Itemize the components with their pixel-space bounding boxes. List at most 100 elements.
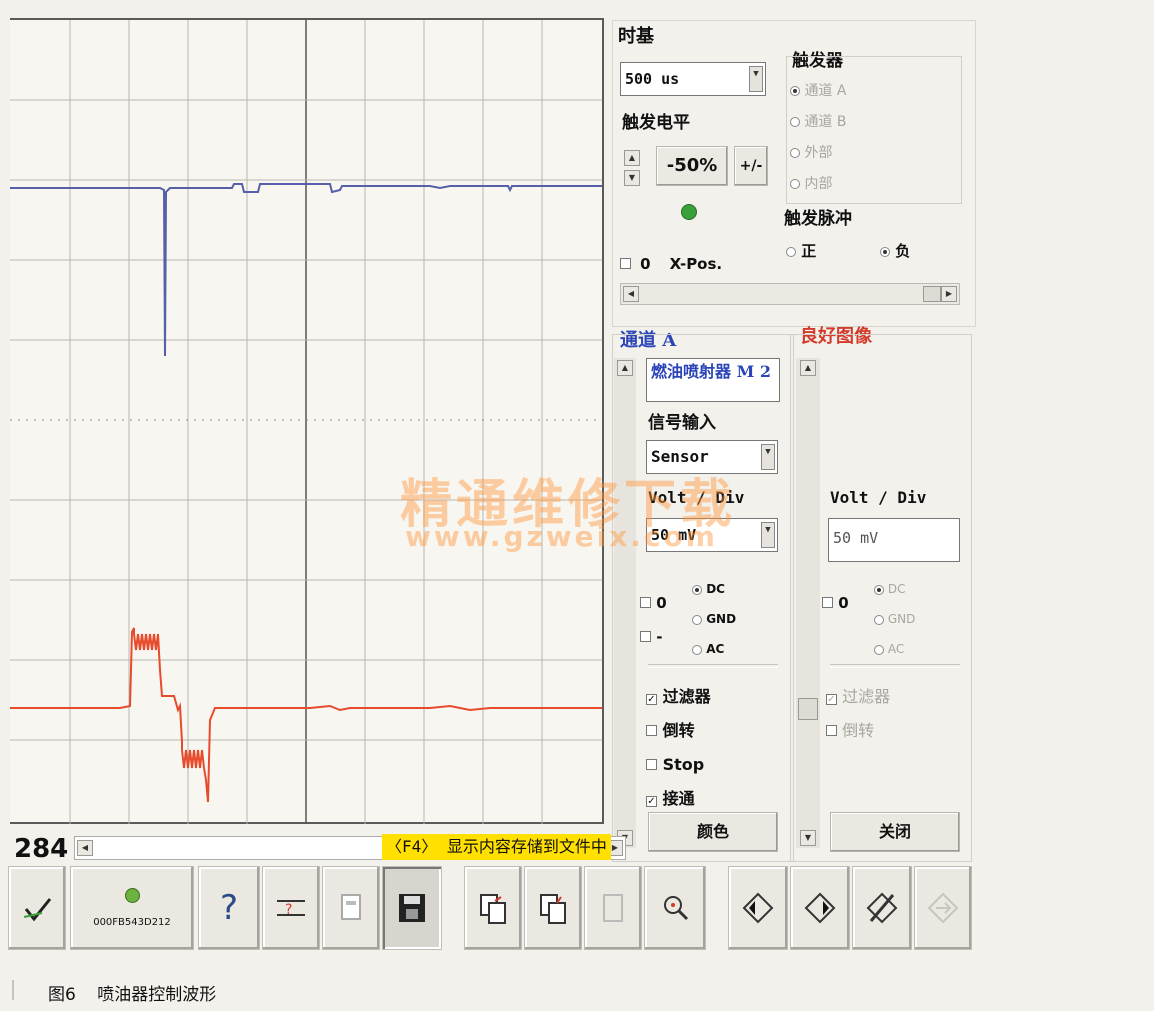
chevron-down-icon: ▼ <box>761 444 775 470</box>
trigger-pulse-title: 触发脉冲 <box>784 209 852 229</box>
trigger-option-internal[interactable]: 内部 <box>790 169 847 200</box>
channel-a-coupling: DC GND AC <box>692 574 736 664</box>
coupling-gnd-radio[interactable]: GND <box>692 604 736 634</box>
trigger-option-external[interactable]: 外部 <box>790 138 847 169</box>
status-led-icon <box>124 888 140 903</box>
chevron-down-icon: ▼ <box>749 66 763 92</box>
trigger-options: 通道 A 通道 B 外部 内部 <box>790 76 847 200</box>
close-button[interactable]: 关闭 <box>830 812 960 852</box>
device-status-button[interactable]: 000FB543D212 <box>70 866 194 950</box>
trigger-level-down[interactable]: ▼ <box>624 170 640 186</box>
channel-a-minus: - <box>640 628 662 646</box>
help-button[interactable]: ? <box>198 866 260 950</box>
scroll-left-icon[interactable]: ◀ <box>623 286 639 302</box>
coupling-dc-radio[interactable]: DC <box>692 574 736 604</box>
print-icon <box>341 894 361 920</box>
invert-sign-checkbox[interactable] <box>640 631 651 642</box>
trigger-option-a[interactable]: 通道 A <box>790 76 847 107</box>
filter-checkbox[interactable]: ✓ 过滤器 <box>646 680 711 714</box>
coupling-ac-radio[interactable]: AC <box>692 634 736 664</box>
xpos-scrollbar[interactable]: ◀ ▶ <box>620 283 960 305</box>
pulse-negative-radio[interactable]: 负 <box>880 240 910 261</box>
measure-help-button[interactable]: ? <box>262 866 320 950</box>
invert-checkbox[interactable]: 倒转 <box>826 714 890 748</box>
trigger-led-icon <box>681 204 697 220</box>
filter-checkbox[interactable]: ✓ 过滤器 <box>826 680 890 714</box>
trigger-level-toggle-button[interactable]: +/- <box>734 146 768 186</box>
scroll-right-icon[interactable]: ▶ <box>941 286 957 302</box>
checkmark-icon <box>23 898 52 922</box>
svg-text:?: ? <box>285 902 292 918</box>
blank-page-button[interactable] <box>584 866 642 950</box>
timebase-value: 500 us <box>625 70 680 88</box>
coupling-gnd-radio[interactable]: GND <box>874 604 915 634</box>
color-button[interactable]: 颜色 <box>648 812 778 852</box>
next-button[interactable] <box>914 866 972 950</box>
watermark-url: www.gzweix.com <box>405 520 718 553</box>
measure-help-icon: ? <box>277 900 305 918</box>
copy-left-icon <box>480 894 506 924</box>
figure-number: 图6 <box>48 985 76 1005</box>
confirm-button[interactable] <box>8 866 66 950</box>
xpos-row: 0 X-Pos. <box>620 254 722 273</box>
channel-b-volt-field[interactable]: 50 mV <box>828 518 960 562</box>
channel-a-scrollbar[interactable]: ▲ ▼ <box>614 358 636 848</box>
xpos-offset: 0 <box>640 255 651 273</box>
channel-b-volt-label: Volt / Div <box>830 488 927 507</box>
channel-a-name: 燃油喷射器 M 2 <box>646 358 780 402</box>
copy-right-button[interactable] <box>524 866 582 950</box>
save-button[interactable] <box>382 866 442 950</box>
oscilloscope-display <box>10 18 604 824</box>
scroll-thumb[interactable] <box>923 286 941 302</box>
divider <box>830 664 960 668</box>
zoom-icon <box>664 896 689 921</box>
trigger-level-up[interactable]: ▲ <box>624 150 640 166</box>
timebase-title: 时基 <box>618 26 654 47</box>
copy-left-button[interactable] <box>464 866 522 950</box>
scroll-up-icon[interactable]: ▲ <box>800 360 816 376</box>
disable-button[interactable] <box>852 866 912 950</box>
help-icon: ? <box>219 888 239 928</box>
device-id: 000FB543D212 <box>93 917 171 928</box>
move-left-button[interactable] <box>728 866 788 950</box>
coupling-dc-radio[interactable]: DC <box>874 574 915 604</box>
channel-b-options: ✓ 过滤器 倒转 <box>826 680 890 748</box>
channel-b-scrollbar[interactable]: ▲ ▼ <box>796 358 820 848</box>
chevron-down-icon: ▼ <box>761 522 775 548</box>
caption-marker <box>12 980 14 1000</box>
trigger-level-value: -50% <box>656 146 728 186</box>
scroll-thumb[interactable] <box>798 698 818 720</box>
trigger-option-b[interactable]: 通道 B <box>790 107 847 138</box>
channel-b-coupling: DC GND AC <box>874 574 915 664</box>
figure-caption: 图6 喷油器控制波形 <box>48 980 216 1005</box>
offset-checkbox[interactable] <box>640 597 651 608</box>
slash-diamond-icon <box>866 892 898 924</box>
arrow-right-icon <box>927 892 959 924</box>
channel-a-options: ✓ 过滤器 倒转 Stop ✓ 接通 <box>646 680 711 816</box>
copy-right-icon <box>540 894 566 924</box>
scroll-down-icon[interactable]: ▼ <box>800 830 816 846</box>
save-disk-icon <box>399 894 425 922</box>
offset-checkbox[interactable] <box>822 597 833 608</box>
xpos-checkbox[interactable] <box>620 258 631 269</box>
invert-checkbox[interactable]: 倒转 <box>646 714 711 748</box>
xpos-label: X-Pos. <box>669 255 723 273</box>
connect-checkbox[interactable]: ✓ 接通 <box>646 782 711 816</box>
scroll-up-icon[interactable]: ▲ <box>617 360 633 376</box>
coupling-ac-radio[interactable]: AC <box>874 634 915 664</box>
stop-checkbox[interactable]: Stop <box>646 748 711 782</box>
scroll-left-icon[interactable]: ◀ <box>77 840 93 856</box>
timebase-select[interactable]: 500 us ▼ <box>620 62 766 96</box>
blank-page-icon <box>603 894 623 922</box>
signal-input-label: 信号输入 <box>648 413 716 433</box>
move-right-button[interactable] <box>790 866 850 950</box>
figure-title: 喷油器控制波形 <box>97 985 217 1005</box>
diamond-right-icon <box>804 892 836 924</box>
channel-a-offset: 0 <box>640 594 667 612</box>
oscilloscope-grid <box>10 20 602 824</box>
sample-counter: 284 <box>14 834 69 864</box>
divider <box>648 664 778 668</box>
print-button[interactable] <box>322 866 380 950</box>
pulse-positive-radio[interactable]: 正 <box>786 240 816 261</box>
zoom-button[interactable] <box>644 866 706 950</box>
